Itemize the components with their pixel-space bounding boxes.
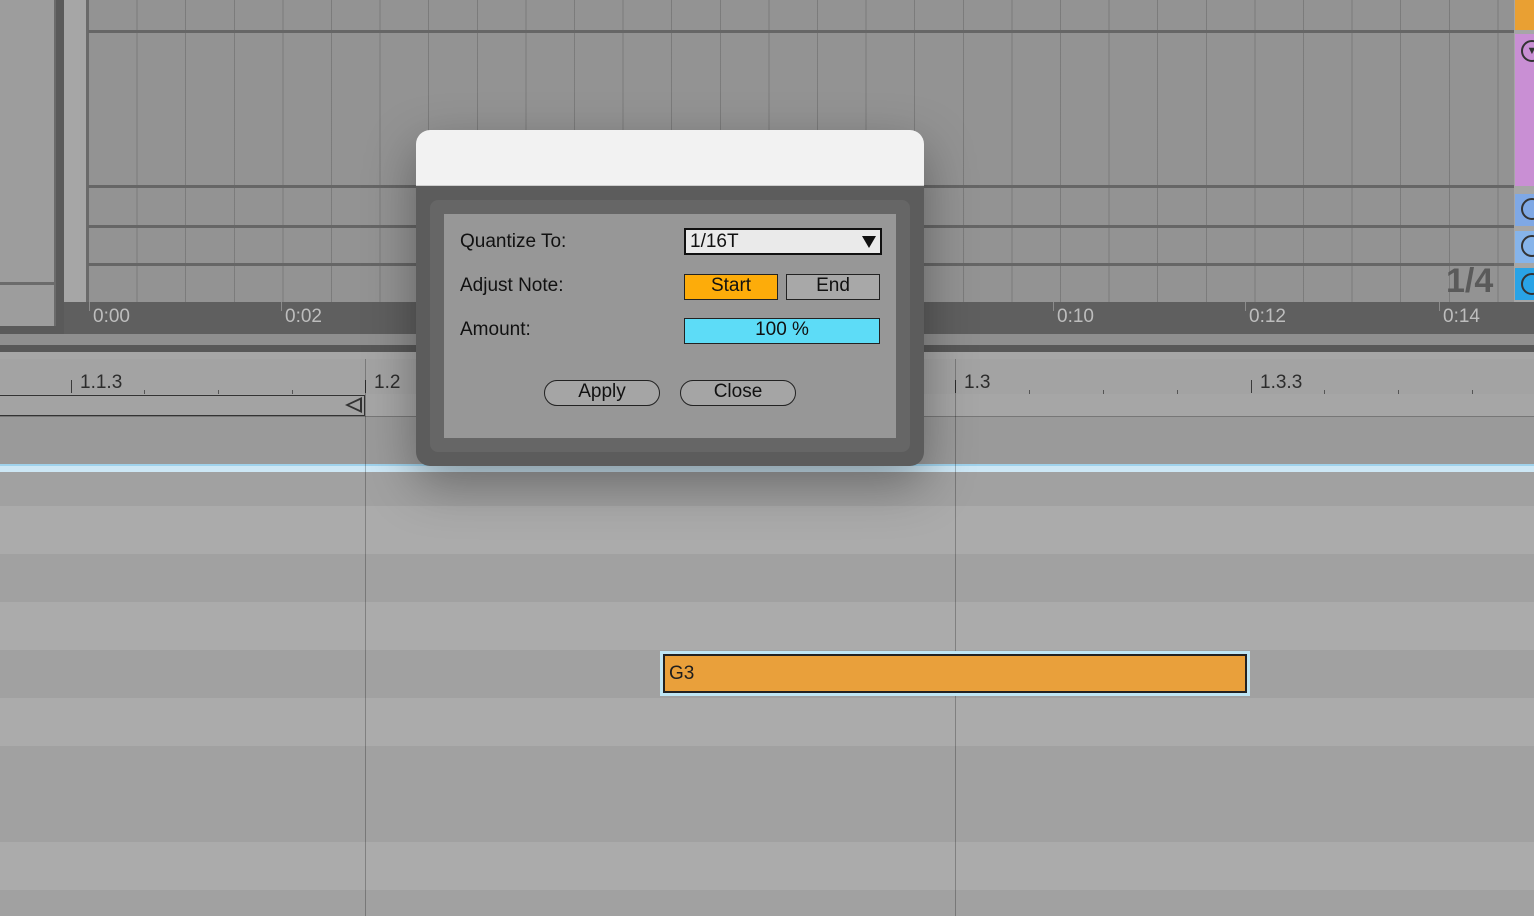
key-row[interactable] [0,842,1534,890]
adjust-start-toggle[interactable]: Start [684,274,778,300]
amount-slider[interactable]: 100 % [684,318,880,344]
ruler-tick [1439,302,1440,311]
key-row[interactable] [0,472,1534,506]
midi-note-label: G3 [663,654,1247,693]
page-counter: 1/4 [1446,262,1494,300]
track-header-divider [0,282,56,285]
ruler-subtick [1029,390,1030,394]
close-button[interactable]: Close [680,380,796,406]
key-row[interactable] [0,506,1534,554]
beat-label: 1.3 [964,372,991,393]
loop-end-marker-fill [349,400,360,410]
midi-note-selected[interactable]: G3 [660,651,1250,696]
ruler-subtick [1177,390,1178,394]
loop-brace[interactable] [0,395,365,416]
ruler-tick [89,302,90,311]
apply-button[interactable]: Apply [544,380,660,406]
ruler-subtick [1324,390,1325,394]
quantize-to-value: 1/16T [690,231,739,252]
beat-label: 1.1.3 [80,372,123,393]
ruler-subtick [218,390,219,394]
ruler-subtick [1472,390,1473,394]
key-row[interactable] [0,554,1534,602]
ruler-tick [1251,380,1252,393]
key-row[interactable] [0,890,1534,916]
arrangement-left-panel [0,0,64,334]
ruler-tick [281,302,282,311]
key-row[interactable] [0,746,1534,794]
dialog-frame: Quantize To: 1/16T Adjust Note: Start En… [430,200,910,452]
ruler-subtick [144,390,145,394]
beat-label: 1.2 [374,372,401,393]
arrangement-grid-border [86,0,89,302]
time-label: 0:02 [285,306,322,327]
time-label: 0:10 [1057,306,1094,327]
ruler-subtick [1103,390,1104,394]
dialog-titlebar[interactable] [416,130,924,186]
time-label: 0:14 [1443,306,1480,327]
amount-label: Amount: [460,319,531,340]
beat-grid-line [955,359,956,916]
adjust-note-label: Adjust Note: [460,275,564,296]
time-label: 0:12 [1249,306,1286,327]
key-row[interactable] [0,602,1534,650]
key-row[interactable] [0,698,1534,746]
ruler-subtick [292,390,293,394]
adjust-end-toggle[interactable]: End [786,274,880,300]
ruler-tick [71,380,72,393]
ruler-tick [1053,302,1054,311]
track-divider [88,30,1514,33]
quantize-dialog: Quantize To: 1/16T Adjust Note: Start En… [416,130,924,466]
quantize-to-label: Quantize To: [460,231,567,252]
beat-label: 1.3.3 [1260,372,1303,393]
key-row[interactable] [0,794,1534,842]
quantize-to-select[interactable]: 1/16T [684,228,882,255]
track-color-strip[interactable] [1515,0,1534,30]
dropdown-arrow-icon [862,236,876,248]
ruler-tick [1245,302,1246,311]
time-label: 0:00 [93,306,130,327]
ruler-subtick [1398,390,1399,394]
beat-grid-line [365,359,366,916]
dialog-body: Quantize To: 1/16T Adjust Note: Start En… [444,214,896,438]
track-header-column [0,0,56,326]
